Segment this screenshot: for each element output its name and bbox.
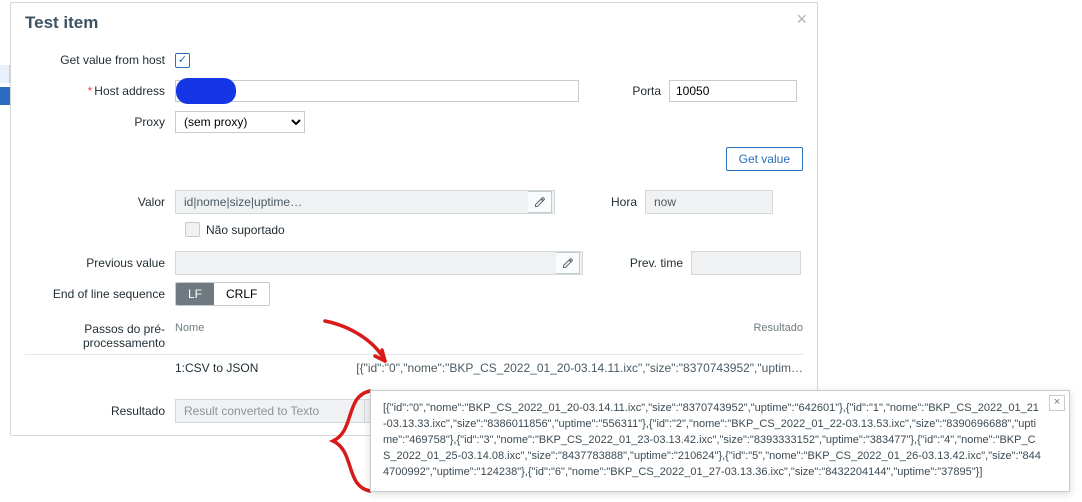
previous-value-display — [175, 251, 583, 275]
redaction-overlay — [176, 78, 236, 104]
prev-time-display — [691, 251, 801, 275]
nao-suportado-checkbox[interactable] — [185, 222, 200, 237]
tooltip-text: [{"id":"0","nome":"BKP_CS_2022_01_20-03.… — [383, 402, 1041, 478]
nao-suportado-label: Não suportado — [206, 223, 285, 237]
preproc-step-index: 1: — [175, 361, 185, 375]
eol-toggle: LF CRLF — [175, 282, 270, 306]
valor-display: id|nome|size|uptime… — [175, 190, 555, 214]
host-address-input[interactable] — [175, 80, 579, 102]
get-value-from-host-checkbox[interactable]: ✓ — [175, 53, 190, 68]
valor-label: Valor — [25, 195, 175, 209]
preproc-col-resultado: Resultado — [335, 322, 803, 350]
modal-title: Test item — [25, 13, 98, 32]
preproc-step-name: CSV to JSON — [185, 361, 335, 375]
preproc-step-result: [{"id":"0","nome":"BKP_CS_2022_01_20-03.… — [335, 361, 803, 375]
host-address-label: *Host address — [25, 84, 175, 98]
get-value-from-host-label: Get value from host — [25, 53, 175, 67]
get-value-button[interactable]: Get value — [726, 147, 803, 171]
prev-time-label: Prev. time — [613, 256, 691, 270]
previous-value-label: Previous value — [25, 256, 175, 270]
edit-valor-icon[interactable] — [528, 191, 552, 213]
background-sidebar-fragment — [0, 65, 10, 105]
porta-label: Porta — [609, 84, 669, 98]
test-item-modal: Test item × Get value from host ✓ *Host … — [10, 2, 818, 436]
close-icon[interactable]: × — [796, 9, 807, 30]
preproc-col-nome: Nome — [175, 322, 335, 350]
proxy-select[interactable]: (sem proxy) — [175, 111, 305, 133]
tooltip-close-icon[interactable]: × — [1049, 395, 1065, 411]
preproc-step-row: 1: CSV to JSON [{"id":"0","nome":"BKP_CS… — [25, 355, 803, 381]
resultado-tooltip: × [{"id":"0","nome":"BKP_CS_2022_01_20-0… — [370, 390, 1070, 492]
resultado-converted: Result converted to Texto — [175, 399, 365, 423]
proxy-label: Proxy — [25, 115, 175, 129]
eol-lf-button[interactable]: LF — [176, 283, 214, 305]
resultado-label: Resultado — [25, 404, 175, 418]
hora-label: Hora — [585, 195, 645, 209]
check-icon: ✓ — [178, 55, 187, 66]
hora-display: now — [645, 190, 773, 214]
preproc-section-label: Passos do pré-processamento — [25, 322, 175, 350]
porta-input[interactable] — [669, 80, 797, 102]
edit-previous-value-icon[interactable] — [556, 252, 580, 274]
eol-crlf-button[interactable]: CRLF — [214, 283, 269, 305]
eol-label: End of line sequence — [25, 287, 175, 301]
